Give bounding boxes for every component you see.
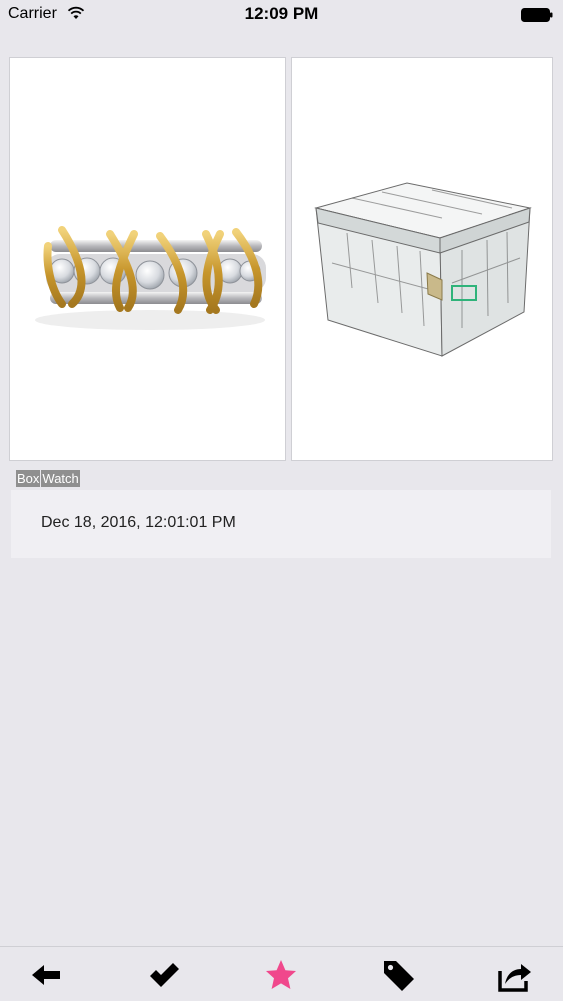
status-bar: Carrier 12:09 PM (0, 0, 563, 30)
back-button[interactable] (28, 957, 64, 993)
tag-chip[interactable]: Box (16, 470, 41, 487)
favorite-button[interactable] (263, 957, 299, 993)
tag-chip[interactable]: Watch (41, 470, 80, 487)
tag-icon (384, 961, 414, 991)
tag-list: Box Watch (16, 470, 80, 487)
share-icon (498, 964, 531, 992)
checkmark-icon (150, 963, 179, 987)
tag-button[interactable] (381, 957, 417, 993)
battery-icon (521, 8, 553, 22)
back-arrow-icon (32, 965, 60, 985)
product-card-ring[interactable] (9, 57, 286, 461)
share-button[interactable] (497, 957, 533, 993)
box-image (314, 182, 532, 357)
ring-image (35, 226, 266, 330)
star-icon (266, 960, 296, 989)
item-date: Dec 18, 2016, 12:01:01 PM (41, 514, 236, 531)
clock: 12:09 PM (244, 4, 319, 23)
checkmark-button[interactable] (146, 957, 182, 993)
detail-panel: Dec 18, 2016, 12:01:01 PM (11, 490, 551, 558)
product-card-box[interactable] (291, 57, 553, 461)
bottom-toolbar (0, 946, 563, 1001)
